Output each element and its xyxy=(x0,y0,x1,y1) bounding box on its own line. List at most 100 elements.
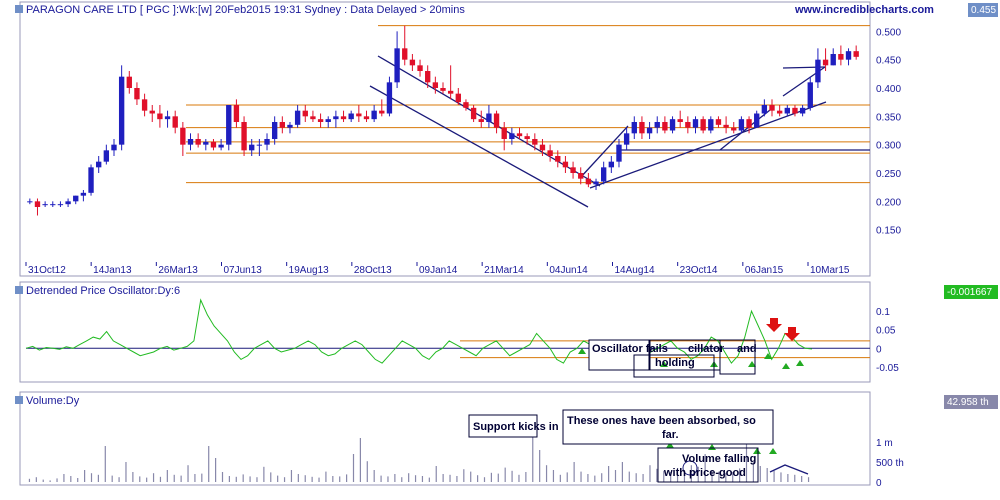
candle-body xyxy=(715,119,722,125)
price-y-tick-label: 0.250 xyxy=(876,169,901,180)
candle-body xyxy=(287,124,293,128)
candle-body xyxy=(149,110,155,114)
site-label[interactable]: www.incrediblecharts.com xyxy=(794,4,934,16)
candle-body xyxy=(172,116,178,128)
candle-body xyxy=(662,122,668,131)
osc-note-4: holding xyxy=(655,357,695,369)
candle-body xyxy=(440,88,446,91)
price-marker-icon xyxy=(15,5,23,13)
candle-body xyxy=(180,127,186,145)
candle-body xyxy=(233,105,240,122)
price-panel-frame xyxy=(19,1,871,277)
candle-body xyxy=(639,122,645,134)
up-arrow-icon xyxy=(782,363,790,377)
up-arrow-icon xyxy=(764,353,772,367)
candle-body xyxy=(27,201,33,203)
price-y-tick-label: 0.350 xyxy=(876,112,901,123)
price-title: PARAGON CARE LTD [ PGC ]:Wk:[w] 20Feb201… xyxy=(26,4,465,16)
candle-body xyxy=(226,105,232,145)
absorbed-note-1: These ones have been absorbed, so xyxy=(567,415,756,427)
candle-body xyxy=(501,127,507,139)
osc-y-tick-label: 0 xyxy=(876,344,882,355)
osc-y-tick-label: 0.1 xyxy=(876,307,890,318)
candle-body xyxy=(853,51,859,57)
candle-body xyxy=(677,119,683,122)
osc-title: Detrended Price Oscillator:Dy:6 xyxy=(26,285,180,297)
candle-body xyxy=(463,102,469,108)
x-tick-label: 19Aug13 xyxy=(289,265,329,276)
candle-body xyxy=(608,161,615,168)
candle-body xyxy=(432,82,439,88)
candle-body xyxy=(524,136,530,139)
vol-falling-note-2: with price-good xyxy=(663,467,746,479)
candle-body xyxy=(279,122,285,128)
vol-y-ticks: 1 m 500 th 0 xyxy=(876,438,904,489)
candle-body xyxy=(302,110,308,117)
osc-marker-icon xyxy=(15,286,23,294)
vol-downtrend-line xyxy=(769,464,809,475)
price-y-ticks: 0.500 0.450 0.400 0.350 0.300 0.250 0.200 0.150 xyxy=(876,27,901,236)
candle-body xyxy=(815,59,821,83)
vol-annotation-boxes: Support kicks in These ones have been ab… xyxy=(468,409,774,483)
candle-body xyxy=(754,113,760,128)
candle-body xyxy=(623,133,630,145)
candle-body xyxy=(784,107,790,114)
candle-body xyxy=(555,156,561,162)
candle-body xyxy=(218,144,224,148)
vol-value: 42.958 th xyxy=(947,397,989,408)
price-y-tick-label: 0.150 xyxy=(876,226,901,237)
candle-body xyxy=(111,144,117,151)
candle-body xyxy=(746,119,752,128)
price-y-tick-label: 0.200 xyxy=(876,197,901,208)
price-y-tick-label: 0.300 xyxy=(876,141,901,152)
candle-body xyxy=(799,107,806,114)
candle-body xyxy=(402,48,408,60)
x-tick-label: 14Jan13 xyxy=(93,265,132,276)
candle-body xyxy=(478,119,484,122)
x-tick-label: 14Aug14 xyxy=(615,265,655,276)
absorbed-note-2: far. xyxy=(662,429,679,441)
osc-annotation-boxes: Oscillator fails cillator and holding xyxy=(588,339,757,378)
candle-body xyxy=(792,107,798,114)
candle-body xyxy=(738,119,745,131)
price-y-tick-label: 0.500 xyxy=(876,27,901,38)
down-arrow-icon xyxy=(784,327,800,341)
candle-body xyxy=(141,99,148,111)
candle-body xyxy=(723,124,729,128)
candle-body xyxy=(516,133,523,137)
chart-canvas: PARAGON CARE LTD [ PGC ]:Wk:[w] 20Feb201… xyxy=(15,1,998,489)
candle-body xyxy=(578,173,584,179)
price-y-tick-label: 0.400 xyxy=(876,84,901,95)
vol-y-tick-label: 1 m xyxy=(876,438,893,449)
candle-body xyxy=(822,59,829,66)
x-tick-label: 09Jan14 xyxy=(419,265,458,276)
candle-body xyxy=(34,201,41,207)
candle-body xyxy=(585,178,592,185)
candle-body xyxy=(425,71,431,83)
x-tick-label: 06Jan15 xyxy=(745,265,784,276)
candle-body xyxy=(50,204,56,206)
candle-body xyxy=(264,139,270,145)
vol-title: Volume:Dy xyxy=(26,395,80,407)
candle-body xyxy=(126,76,132,88)
candle-body xyxy=(654,122,660,128)
candle-body xyxy=(256,144,263,146)
candle-body xyxy=(532,139,538,145)
candle-body xyxy=(470,107,477,120)
last-price-value: 0.455 xyxy=(971,5,996,16)
candle-body xyxy=(210,141,217,148)
osc-y-tick-label: 0.05 xyxy=(876,326,896,337)
candle-body xyxy=(394,48,400,83)
candle-body xyxy=(348,113,354,120)
x-tick-label: 26Mar13 xyxy=(158,265,198,276)
x-tick-label: 23Oct14 xyxy=(680,265,718,276)
up-arrow-icon xyxy=(769,448,777,462)
support-note: Support kicks in xyxy=(473,421,559,433)
uptrend-line-3 xyxy=(719,109,771,151)
osc-value: -0.001667 xyxy=(947,287,992,298)
price-horizontal-levels xyxy=(186,25,870,184)
candle-body xyxy=(96,161,102,168)
candle-body xyxy=(700,119,706,131)
candle-body xyxy=(447,90,454,94)
candle-body xyxy=(310,116,316,120)
